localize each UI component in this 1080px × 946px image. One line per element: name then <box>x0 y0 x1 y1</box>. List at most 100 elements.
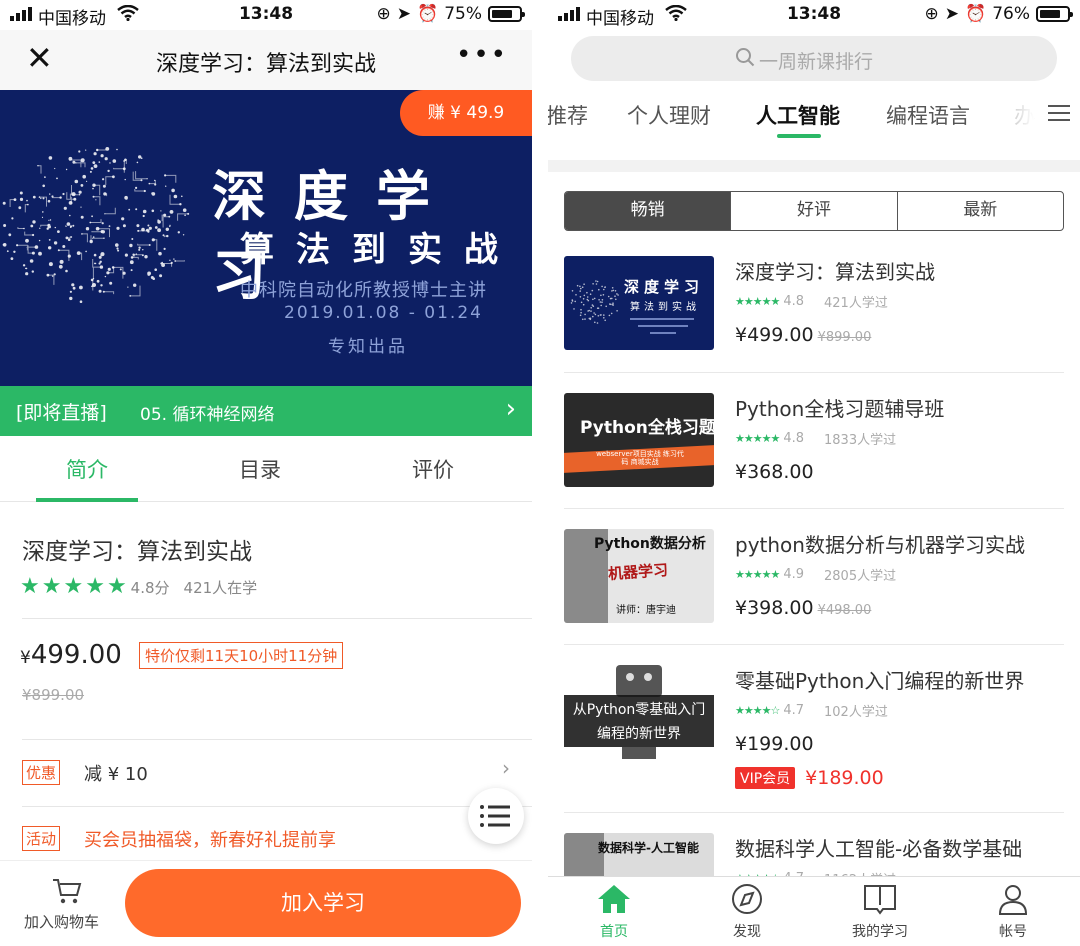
learner-count: 421人在学 <box>183 578 258 597</box>
tab-account[interactable]: 帐号 <box>963 883 1063 941</box>
nav-bar: ✕ 深度学习：算法到实战 ••• <box>0 30 532 90</box>
home-icon <box>598 885 630 913</box>
tab-indicator <box>36 498 138 502</box>
tab-home[interactable]: 首页 <box>564 883 664 941</box>
star-rating: ★★★★☆ <box>735 704 780 717</box>
special-offer-badge: 特价仅剩11天10小时11分钟 <box>139 642 344 669</box>
svg-text:深度学习: 深度学习 <box>624 278 704 296</box>
battery-icon <box>488 6 525 22</box>
course-banner: 深度学习 算法到实战 中科院自动化所教授博士主讲 2019.01.08 - 01… <box>0 90 532 386</box>
star-icon: ★ <box>20 574 40 599</box>
course-thumbnail: 深度学习 算法到实战 <box>564 256 714 350</box>
star-icon: ★ <box>63 574 84 599</box>
live-episode: 05. 循环神经网络 <box>140 405 275 425</box>
user-icon <box>998 885 1028 915</box>
add-to-cart-label[interactable]: 加入购物车 <box>24 911 99 932</box>
course-name: 深度学习：算法到实战 <box>735 260 935 284</box>
tab-reviews[interactable]: 评价 <box>368 454 498 484</box>
category-tab[interactable]: 推荐 <box>548 100 588 130</box>
rating-row: ★ ★ ★ ★ ★ 4.8分 421人在学 <box>20 576 257 598</box>
course-name: 数据科学人工智能-必备数学基础 <box>735 837 1023 861</box>
more-icon[interactable]: ••• <box>456 40 508 70</box>
catalog-float-button[interactable] <box>468 788 524 844</box>
course-list-screen: 中国移动 13:48 ⊕ ➤ ⏰ 76% 一周新课排行 推荐 个人理财 人工智能… <box>548 0 1080 946</box>
tab-discover[interactable]: 发现 <box>697 883 797 941</box>
search-bar[interactable]: 一周新课排行 <box>571 36 1057 81</box>
course-score: 4.8 <box>783 294 804 309</box>
segment-bestselling[interactable]: 畅销 <box>565 192 732 230</box>
action-bar: 加入购物车 加入学习 <box>0 860 532 946</box>
course-learners: 2805人学过 <box>824 569 897 584</box>
vip-badge: VIP会员 <box>735 767 796 789</box>
star-rating: ★★★★★ <box>735 432 780 445</box>
course-name: Python全栈习题辅导班 <box>735 397 945 421</box>
list-icon <box>480 805 510 827</box>
rating-score: 4.8分 <box>130 578 170 597</box>
course-score: 4.7 <box>783 703 804 718</box>
search-icon <box>735 47 755 71</box>
course-price: ¥398.00 ¥498.00 <box>735 597 872 619</box>
banner-dates: 2019.01.08 - 01.24 <box>284 303 483 323</box>
lock-rotation-icon: ⊕ <box>376 4 391 24</box>
star-rating: ★★★★★ <box>735 568 780 581</box>
course-learners: 102人学过 <box>824 705 888 720</box>
tab-catalog[interactable]: 目录 <box>195 454 325 484</box>
sort-segment: 畅销 好评 最新 <box>564 191 1064 231</box>
star-rating: ★★★★★ <box>735 295 780 308</box>
promo-tag: 活动 <box>22 826 61 851</box>
join-button[interactable]: 加入学习 <box>125 869 521 937</box>
cart-icon[interactable] <box>52 877 82 909</box>
chevron-right-icon: › <box>505 394 516 424</box>
alarm-icon: ⏰ <box>417 4 439 24</box>
screen-gap <box>532 0 548 946</box>
lock-rotation-icon: ⊕ <box>924 4 939 24</box>
brain-circuit-illustration <box>2 147 190 303</box>
course-title: 深度学习：算法到实战 <box>22 539 252 565</box>
promo-text: 减 ¥ 10 <box>84 764 148 785</box>
course-learners: 421人学过 <box>824 296 888 311</box>
category-tab-active[interactable]: 人工智能 <box>756 100 840 130</box>
course-thumbnail: Python数据分析 机器学习 讲师：唐宇迪 <box>564 529 714 623</box>
bottom-tab-bar: 首页 发现 我的学习 帐号 <box>548 876 1080 946</box>
book-icon <box>864 885 896 915</box>
course-price: ¥199.00 <box>735 733 814 755</box>
star-icon: ★ <box>41 574 62 599</box>
course-name: python数据分析与机器学习实战 <box>735 533 1025 557</box>
banner-producer: 专知出品 <box>328 337 408 357</box>
category-tab[interactable]: 编程语言 <box>886 100 970 130</box>
vip-price: ¥189.00 <box>805 767 884 789</box>
segment-newest[interactable]: 最新 <box>898 192 1063 230</box>
compass-icon <box>732 884 762 914</box>
course-name: 零基础Python入门编程的新世界 <box>735 669 1025 693</box>
tab-my-learning[interactable]: 我的学习 <box>830 883 930 941</box>
status-bar: 中国移动 13:48 ⊕ ➤ ⏰ 75% <box>0 0 532 30</box>
alarm-icon: ⏰ <box>965 4 987 24</box>
star-icon: ★ <box>85 574 105 599</box>
status-bar: 中国移动 13:48 ⊕ ➤ ⏰ 76% <box>548 0 1080 30</box>
current-price: ¥499.00 <box>20 640 122 670</box>
upcoming-live-bar[interactable]: [即将直播] 05. 循环神经网络 › <box>0 386 532 436</box>
location-icon: ➤ <box>944 4 960 24</box>
promo-tag: 优惠 <box>22 760 61 785</box>
category-tab[interactable]: 个人理财 <box>627 100 711 130</box>
earn-badge[interactable]: 赚 ¥ 49.9 <box>400 90 532 136</box>
course-original-price: ¥899.00 <box>817 330 872 345</box>
category-tabs: 推荐 个人理财 人工智能 编程语言 办 <box>548 90 1080 150</box>
tab-intro[interactable]: 简介 <box>22 454 152 484</box>
page-title: 深度学习：算法到实战 <box>155 52 376 77</box>
course-price: ¥368.00 <box>735 461 814 483</box>
course-thumbnail: Python全栈习题课 webserver项目实战 练习代码 商城实战 <box>564 393 714 487</box>
detail-tabs: 简介 目录 评价 <box>0 436 532 502</box>
battery-icon <box>1036 6 1073 22</box>
course-list-item[interactable]: 从Python零基础入门 编程的新世界 零基础Python入门编程的新世界 ★★… <box>564 665 1064 801</box>
course-detail-screen: 中国移动 13:48 ⊕ ➤ ⏰ 75% ✕ 深度学习：算法到实战 ••• 深度… <box>0 0 532 946</box>
divider <box>22 618 532 619</box>
live-tag: [即将直播] <box>16 402 107 424</box>
hamburger-menu-icon[interactable] <box>1048 104 1070 126</box>
banner-subtitle: 算法到实战 <box>240 230 520 270</box>
category-indicator <box>777 134 821 138</box>
location-icon: ➤ <box>396 4 412 24</box>
banner-instructor: 中科院自动化所教授博士主讲 <box>240 280 487 301</box>
segment-top-rated[interactable]: 好评 <box>731 192 898 230</box>
battery-percent: 75% <box>444 4 482 24</box>
